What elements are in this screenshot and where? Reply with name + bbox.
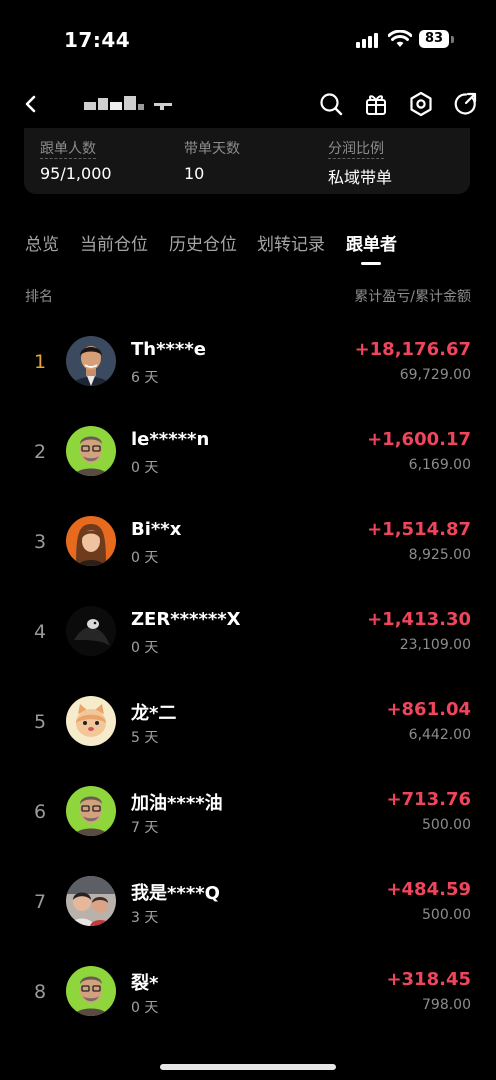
default-man-green-avatar xyxy=(66,966,116,1016)
follower-row[interactable]: 4 ZER******X 0 天 +1,413.30 23,109.00 xyxy=(0,606,496,696)
follow-days: 0 天 xyxy=(131,550,159,566)
settings-hexagon-icon[interactable] xyxy=(407,90,435,118)
follower-row[interactable]: 3 Bi**x 0 天 +1,514.87 8,925.00 xyxy=(0,516,496,606)
followers-value: 95/1,000 xyxy=(40,164,112,183)
top-nav xyxy=(0,82,496,126)
cartoon-cat-avatar xyxy=(66,696,116,746)
rank-number: 5 xyxy=(33,711,47,733)
trading-days-label: 带单天数 xyxy=(184,141,240,157)
rank-number: 4 xyxy=(33,621,47,643)
follower-row[interactable]: 5 龙*二 5 天 +861.04 6,442.00 xyxy=(0,696,496,786)
cumulative-pnl: +861.04 xyxy=(386,699,471,720)
pnl-column-header: 累计盈亏/累计金额 xyxy=(354,289,471,305)
tab-bar: 总览 当前仓位 历史仓位 划转记录 跟单者 xyxy=(0,226,496,266)
rank-number: 1 xyxy=(33,351,47,373)
tab-overview[interactable]: 总览 xyxy=(25,230,59,255)
battery-tip xyxy=(451,36,454,43)
profit-share: 分润比例 私域带单 xyxy=(328,138,392,188)
cumulative-pnl: +1,600.17 xyxy=(367,429,471,450)
follow-days: 0 天 xyxy=(131,460,159,476)
follower-name: Bi**x xyxy=(131,519,182,540)
masked-trader-name xyxy=(84,96,174,112)
gift-icon[interactable] xyxy=(362,90,390,118)
tab-transfer-records[interactable]: 划转记录 xyxy=(257,230,325,255)
followers-count: 跟单人数 95/1,000 xyxy=(40,138,112,183)
cellular-signal-icon xyxy=(356,32,380,48)
profit-share-value: 私域带单 xyxy=(328,168,393,187)
cumulative-pnl: +713.76 xyxy=(386,789,471,810)
back-arrow-icon[interactable] xyxy=(18,90,46,118)
rank-number: 7 xyxy=(33,891,47,913)
cumulative-amount: 6,442.00 xyxy=(408,727,471,743)
tab-position-history[interactable]: 历史仓位 xyxy=(169,230,237,255)
cumulative-pnl: +484.59 xyxy=(386,879,471,900)
status-bar: 17:44 83 xyxy=(0,0,496,80)
cumulative-amount: 69,729.00 xyxy=(399,367,471,383)
follower-row[interactable]: 6 加油****油 7 天 +713.76 500.00 xyxy=(0,786,496,876)
follower-name: Th****e xyxy=(131,339,206,360)
status-time: 17:44 xyxy=(64,28,131,52)
rank-number: 6 xyxy=(33,801,47,823)
cumulative-amount: 6,169.00 xyxy=(408,457,471,473)
rank-column-header: 排名 xyxy=(25,289,53,305)
follow-days: 0 天 xyxy=(131,640,159,656)
follower-name: le*****n xyxy=(131,429,210,450)
follow-days: 7 天 xyxy=(131,820,159,836)
search-icon[interactable] xyxy=(317,90,345,118)
rank-number: 3 xyxy=(33,531,47,553)
follower-name: 我是****Q xyxy=(131,883,220,904)
woman-orange-avatar xyxy=(66,516,116,566)
follower-row[interactable]: 7 我是****Q 3 天 +484.59 500.00 xyxy=(0,876,496,966)
cumulative-amount: 23,109.00 xyxy=(399,637,471,653)
cumulative-pnl: +318.45 xyxy=(386,969,471,990)
cumulative-amount: 500.00 xyxy=(422,907,471,923)
follower-row[interactable]: 2 le*****n 0 天 +1,600.17 6,169.00 xyxy=(0,426,496,516)
cumulative-pnl: +18,176.67 xyxy=(354,339,471,360)
follower-row[interactable]: 1 Th****e 6 天 +18,176.67 69,729.00 xyxy=(0,336,496,426)
trading-days-value: 10 xyxy=(184,164,205,183)
default-man-green-avatar xyxy=(66,426,116,476)
follower-name: 加油****油 xyxy=(131,793,223,814)
trader-info-card: 跟单人数 95/1,000 带单天数 10 分润比例 私域带单 xyxy=(24,128,470,194)
follower-row[interactable]: 8 裂* 0 天 +318.45 798.00 xyxy=(0,966,496,1056)
follow-days: 3 天 xyxy=(131,910,159,926)
follower-name: 裂* xyxy=(131,973,159,994)
follower-name: 龙*二 xyxy=(131,703,177,724)
tab-current-positions[interactable]: 当前仓位 xyxy=(80,230,148,255)
cumulative-pnl: +1,514.87 xyxy=(367,519,471,540)
default-man-green-avatar xyxy=(66,786,116,836)
follow-days: 5 天 xyxy=(131,730,159,746)
list-header: 排名 累计盈亏/累计金额 xyxy=(0,284,496,308)
photo-group-avatar xyxy=(66,876,116,926)
wifi-icon xyxy=(388,30,412,47)
rank-number: 8 xyxy=(33,981,47,1003)
cumulative-pnl: +1,413.30 xyxy=(367,609,471,630)
tab-followers[interactable]: 跟单者 xyxy=(346,230,397,255)
follow-days: 0 天 xyxy=(131,1000,159,1016)
dark-bird-avatar xyxy=(66,606,116,656)
cumulative-amount: 8,925.00 xyxy=(408,547,471,563)
battery-icon: 83 xyxy=(419,30,449,48)
rank-number: 2 xyxy=(33,441,47,463)
trading-days: 带单天数 10 xyxy=(184,138,240,183)
profit-share-label[interactable]: 分润比例 xyxy=(328,141,384,159)
share-icon[interactable] xyxy=(452,90,480,118)
follow-days: 6 天 xyxy=(131,370,159,386)
cumulative-amount: 500.00 xyxy=(422,817,471,833)
active-tab-indicator xyxy=(361,262,381,265)
follower-name: ZER******X xyxy=(131,609,241,630)
man-suit-avatar xyxy=(66,336,116,386)
followers-label[interactable]: 跟单人数 xyxy=(40,141,96,159)
home-indicator[interactable] xyxy=(160,1064,336,1070)
cumulative-amount: 798.00 xyxy=(422,997,471,1013)
